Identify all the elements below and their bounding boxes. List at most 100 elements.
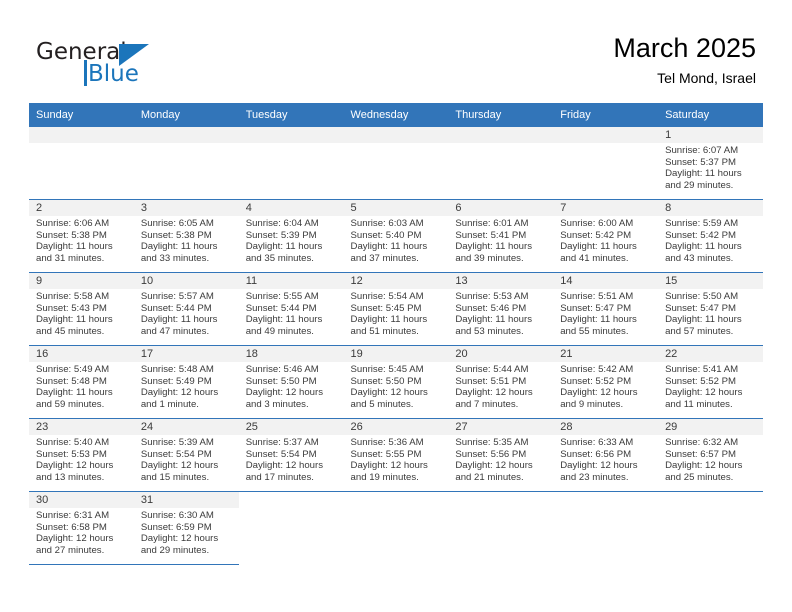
calendar-cell-day[interactable]: 31 Sunrise: 6:30 AM Sunset: 6:59 PM Dayligh… bbox=[133, 491, 239, 565]
day-sun-info: Sunrise: 5:45 AM Sunset: 5:50 PM Daylight:… bbox=[344, 362, 449, 410]
day-sun-info: Sunrise: 5:55 AM Sunset: 5:44 PM Daylight:… bbox=[239, 289, 344, 337]
day-number: 19 bbox=[343, 346, 449, 362]
day-number bbox=[658, 492, 763, 508]
daylight-duration-line2: and 5 minutes. bbox=[350, 398, 414, 410]
daylight-duration-line1: Daylight: 11 hours bbox=[665, 168, 742, 180]
day-sun-info: Sunrise: 6:01 AM Sunset: 5:41 PM Daylight:… bbox=[448, 216, 553, 264]
calendar-cell-empty bbox=[553, 491, 659, 565]
cell-inner bbox=[553, 492, 658, 564]
calendar-grid: Sunday Monday Tuesday Wednesday Thursday… bbox=[29, 103, 763, 565]
calendar-cell-day[interactable]: 23 Sunrise: 5:40 AM Sunset: 5:53 PM Dayligh… bbox=[29, 418, 134, 492]
daylight-duration-line2: and 17 minutes. bbox=[245, 471, 314, 483]
calendar-cell-day[interactable]: 19 Sunrise: 5:45 AM Sunset: 5:50 PM Dayligh… bbox=[343, 345, 449, 419]
weekday-header-saturday: Saturday bbox=[658, 103, 763, 127]
sunset-time: Sunset: 5:54 PM bbox=[245, 448, 317, 460]
sunrise-time: Sunrise: 6:06 AM bbox=[36, 218, 110, 229]
daylight-duration-line1: Daylight: 12 hours bbox=[455, 387, 533, 399]
day-number bbox=[239, 492, 344, 508]
sunset-time: Sunset: 5:51 PM bbox=[455, 375, 527, 387]
sunrise-time: Sunrise: 5:40 AM bbox=[36, 437, 110, 448]
calendar-cell-day[interactable]: 6 Sunrise: 6:01 AM Sunset: 5:41 PM Daylight… bbox=[448, 199, 554, 273]
day-sun-info: Sunrise: 6:06 AM Sunset: 5:38 PM Daylight:… bbox=[29, 216, 134, 264]
calendar-cell-day[interactable]: 17 Sunrise: 5:48 AM Sunset: 5:49 PM Dayligh… bbox=[133, 345, 239, 419]
sunset-time: Sunset: 5:52 PM bbox=[560, 375, 632, 387]
day-number: 23 bbox=[29, 419, 134, 435]
sunset-time: Sunset: 6:58 PM bbox=[36, 521, 107, 533]
calendar-cell-day[interactable]: 11 Sunrise: 5:55 AM Sunset: 5:44 PM Dayligh… bbox=[238, 272, 344, 346]
sunrise-time: Sunrise: 5:53 AM bbox=[455, 291, 529, 302]
calendar-cell-day[interactable]: 7 Sunrise: 6:00 AM Sunset: 5:42 PM Daylight… bbox=[553, 199, 659, 273]
cell-inner: 5 Sunrise: 6:03 AM Sunset: 5:40 PM Daylight… bbox=[343, 200, 449, 272]
cell-inner bbox=[344, 492, 449, 564]
sunrise-time: Sunrise: 5:49 AM bbox=[36, 364, 110, 375]
calendar-cell-day[interactable]: 10 Sunrise: 5:57 AM Sunset: 5:44 PM Dayligh… bbox=[133, 272, 239, 346]
calendar-week-row: 30 Sunrise: 6:31 AM Sunset: 6:58 PM Dayligh… bbox=[29, 491, 763, 565]
general-blue-logo[interactable]: General Blue bbox=[36, 40, 216, 90]
sunset-time: Sunset: 5:50 PM bbox=[350, 375, 422, 387]
calendar-cell-day[interactable]: 3 Sunrise: 6:05 AM Sunset: 5:38 PM Daylight… bbox=[133, 199, 239, 273]
cell-inner: 3 Sunrise: 6:05 AM Sunset: 5:38 PM Daylight… bbox=[133, 200, 239, 272]
calendar-cell-day[interactable]: 22 Sunrise: 5:41 AM Sunset: 5:52 PM Dayligh… bbox=[658, 345, 763, 419]
day-number bbox=[448, 127, 554, 143]
calendar-cell-day[interactable]: 30 Sunrise: 6:31 AM Sunset: 6:58 PM Dayligh… bbox=[29, 491, 134, 565]
day-number: 25 bbox=[238, 419, 344, 435]
calendar-cell-day[interactable]: 20 Sunrise: 5:44 AM Sunset: 5:51 PM Dayligh… bbox=[448, 345, 554, 419]
cell-inner bbox=[29, 127, 134, 199]
day-number: 26 bbox=[343, 419, 449, 435]
day-sun-info: Sunrise: 6:30 AM Sunset: 6:59 PM Daylight:… bbox=[134, 508, 239, 556]
day-number bbox=[133, 127, 239, 143]
calendar-cell-day[interactable]: 24 Sunrise: 5:39 AM Sunset: 5:54 PM Dayligh… bbox=[133, 418, 239, 492]
sunrise-time: Sunrise: 5:44 AM bbox=[455, 364, 529, 375]
day-number: 5 bbox=[343, 200, 449, 216]
cell-inner: 12 Sunrise: 5:54 AM Sunset: 5:45 PM Dayligh… bbox=[343, 273, 449, 345]
sunrise-time: Sunrise: 5:59 AM bbox=[665, 218, 739, 229]
sunrise-time: Sunrise: 5:42 AM bbox=[560, 364, 634, 375]
cell-inner: 11 Sunrise: 5:55 AM Sunset: 5:44 PM Dayligh… bbox=[238, 273, 344, 345]
daylight-duration-line1: Daylight: 11 hours bbox=[245, 314, 323, 326]
calendar-cell-day[interactable]: 21 Sunrise: 5:42 AM Sunset: 5:52 PM Dayligh… bbox=[553, 345, 659, 419]
sunrise-time: Sunrise: 5:41 AM bbox=[665, 364, 739, 375]
calendar-cell-day[interactable]: 18 Sunrise: 5:46 AM Sunset: 5:50 PM Dayligh… bbox=[238, 345, 344, 419]
calendar-cell-day[interactable]: 5 Sunrise: 6:03 AM Sunset: 5:40 PM Daylight… bbox=[343, 199, 449, 273]
cell-inner: 24 Sunrise: 5:39 AM Sunset: 5:54 PM Dayligh… bbox=[133, 419, 239, 491]
calendar-cell-day[interactable]: 12 Sunrise: 5:54 AM Sunset: 5:45 PM Dayligh… bbox=[343, 272, 449, 346]
calendar-cell-day[interactable]: 15 Sunrise: 5:50 AM Sunset: 5:47 PM Dayligh… bbox=[658, 272, 763, 346]
calendar-cell-day[interactable]: 26 Sunrise: 5:36 AM Sunset: 5:55 PM Dayligh… bbox=[343, 418, 449, 492]
sunrise-time: Sunrise: 6:07 AM bbox=[665, 145, 739, 156]
daylight-duration-line1: Daylight: 12 hours bbox=[140, 533, 219, 545]
daylight-duration-line1: Daylight: 12 hours bbox=[350, 387, 428, 399]
day-sun-info: Sunrise: 5:48 AM Sunset: 5:49 PM Daylight:… bbox=[134, 362, 239, 410]
daylight-duration-line1: Daylight: 11 hours bbox=[36, 314, 113, 326]
daylight-duration-line1: Daylight: 11 hours bbox=[350, 314, 428, 326]
sunrise-time: Sunrise: 6:01 AM bbox=[455, 218, 529, 229]
calendar-cell-day[interactable]: 28 Sunrise: 6:33 AM Sunset: 6:56 PM Dayligh… bbox=[553, 418, 659, 492]
daylight-duration-line1: Daylight: 12 hours bbox=[560, 387, 638, 399]
cell-inner: 8 Sunrise: 5:59 AM Sunset: 5:42 PM Daylight… bbox=[658, 200, 763, 272]
cell-inner: 21 Sunrise: 5:42 AM Sunset: 5:52 PM Dayligh… bbox=[553, 346, 659, 418]
calendar-cell-day[interactable]: 9 Sunrise: 5:58 AM Sunset: 5:43 PM Daylight… bbox=[29, 272, 134, 346]
day-number bbox=[238, 127, 344, 143]
calendar-cell-day[interactable]: 1 Sunrise: 6:07 AM Sunset: 5:37 PM Daylight… bbox=[658, 127, 763, 200]
sunset-time: Sunset: 5:42 PM bbox=[560, 229, 632, 241]
cell-inner: 31 Sunrise: 6:30 AM Sunset: 6:59 PM Dayligh… bbox=[133, 492, 239, 564]
calendar-cell-day[interactable]: 25 Sunrise: 5:37 AM Sunset: 5:54 PM Dayligh… bbox=[238, 418, 344, 492]
sunset-time: Sunset: 5:50 PM bbox=[245, 375, 317, 387]
day-sun-info: Sunrise: 5:36 AM Sunset: 5:55 PM Daylight:… bbox=[344, 435, 449, 483]
calendar-cell-day[interactable]: 27 Sunrise: 5:35 AM Sunset: 5:56 PM Dayligh… bbox=[448, 418, 554, 492]
location-subtitle: Tel Mond, Israel bbox=[657, 70, 756, 86]
day-number: 12 bbox=[343, 273, 449, 289]
calendar-cell-day[interactable]: 8 Sunrise: 5:59 AM Sunset: 5:42 PM Daylight… bbox=[658, 199, 763, 273]
day-sun-info: Sunrise: 5:53 AM Sunset: 5:46 PM Daylight:… bbox=[448, 289, 553, 337]
calendar-body: 1 Sunrise: 6:07 AM Sunset: 5:37 PM Daylight… bbox=[29, 127, 763, 565]
cell-inner: 29 Sunrise: 6:32 AM Sunset: 6:57 PM Dayligh… bbox=[658, 419, 763, 491]
calendar-cell-empty bbox=[448, 491, 554, 565]
calendar-cell-day[interactable]: 4 Sunrise: 6:04 AM Sunset: 5:39 PM Daylight… bbox=[238, 199, 344, 273]
calendar-cell-day[interactable]: 29 Sunrise: 6:32 AM Sunset: 6:57 PM Dayligh… bbox=[658, 418, 763, 492]
sunrise-time: Sunrise: 5:57 AM bbox=[140, 291, 214, 302]
calendar-cell-day[interactable]: 2 Sunrise: 6:06 AM Sunset: 5:38 PM Daylight… bbox=[29, 199, 134, 273]
calendar-cell-day[interactable]: 13 Sunrise: 5:53 AM Sunset: 5:46 PM Dayligh… bbox=[448, 272, 554, 346]
calendar-cell-day[interactable]: 14 Sunrise: 5:51 AM Sunset: 5:47 PM Dayligh… bbox=[553, 272, 659, 346]
day-number: 31 bbox=[133, 492, 239, 508]
calendar-cell-day[interactable]: 16 Sunrise: 5:49 AM Sunset: 5:48 PM Dayligh… bbox=[29, 345, 134, 419]
day-sun-info: Sunrise: 5:40 AM Sunset: 5:53 PM Daylight:… bbox=[29, 435, 134, 483]
